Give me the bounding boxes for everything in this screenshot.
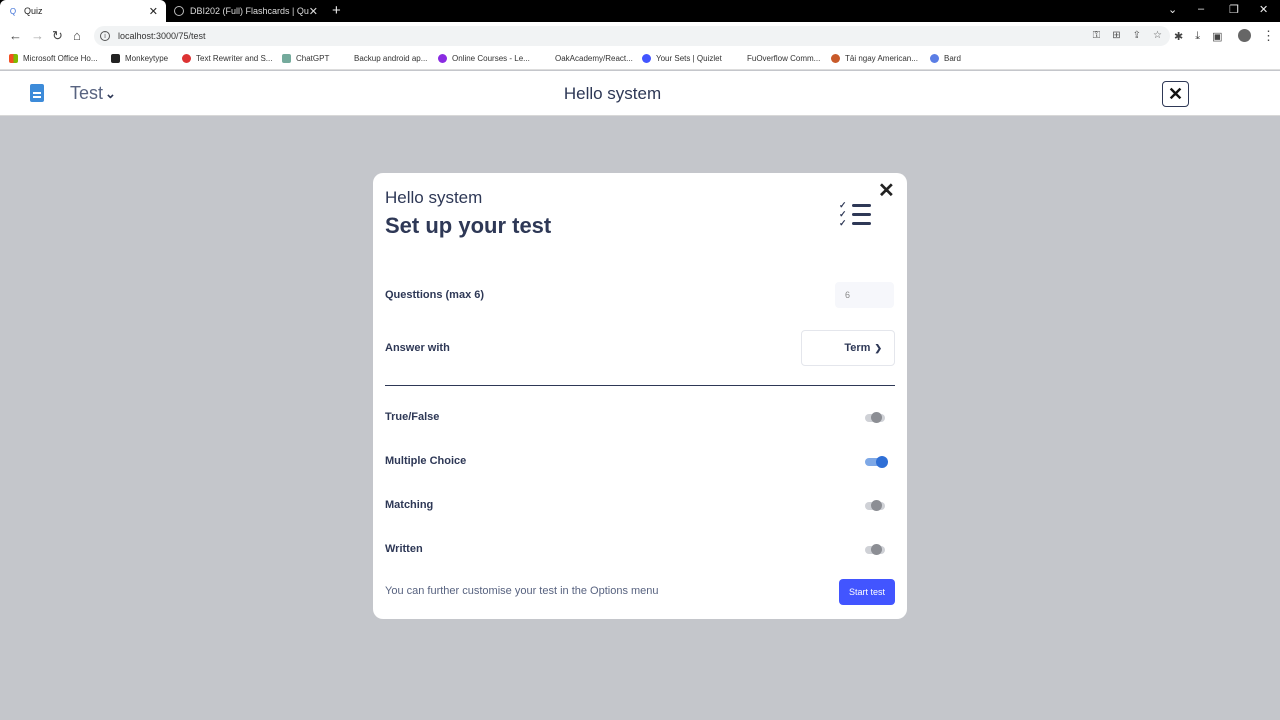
chevron-down-icon: ❯ xyxy=(874,342,882,353)
option-matching-label: Matching xyxy=(385,499,434,511)
browser-menu-icon[interactable]: ⋮ xyxy=(1262,28,1275,44)
bookmark-item[interactable]: Online Courses - Le... xyxy=(438,54,530,63)
tab-title: DBI202 (Full) Flashcards | Quizlet xyxy=(190,6,309,16)
site-info-icon[interactable]: i xyxy=(100,31,110,41)
share-icon[interactable]: ⇪ xyxy=(1133,30,1141,41)
answer-with-value: Term xyxy=(844,342,871,354)
modal-title: Set up your test xyxy=(385,213,552,238)
profile-avatar[interactable] xyxy=(1238,29,1251,42)
address-bar[interactable]: i localhost:3000/75/test ⚿ ⊞ ⇪ ☆ xyxy=(94,26,1170,46)
start-test-button[interactable]: Start test xyxy=(839,579,895,605)
bookmarks-bar: Microsoft Office Ho... Monkeytype Text R… xyxy=(0,50,1280,70)
back-icon[interactable]: ← xyxy=(9,28,22,44)
key-icon[interactable]: ⚿ xyxy=(1093,30,1101,41)
american-icon xyxy=(831,54,840,63)
reload-icon[interactable]: ↻ xyxy=(52,28,63,44)
rewriter-icon xyxy=(182,54,191,63)
quizlet-favicon-icon xyxy=(174,6,184,16)
true-false-toggle[interactable] xyxy=(863,411,889,425)
bookmark-item[interactable]: Microsoft Office Ho... xyxy=(9,54,98,63)
minimize-button[interactable]: – xyxy=(1198,3,1204,15)
sidepanel-icon[interactable]: ▣ xyxy=(1212,30,1222,43)
new-tab-button[interactable]: + xyxy=(332,2,341,20)
courses-icon xyxy=(438,54,447,63)
multiple-choice-toggle[interactable] xyxy=(863,455,889,469)
monkeytype-icon xyxy=(111,54,120,63)
bookmark-item[interactable]: Text Rewriter and S... xyxy=(182,54,272,63)
bookmark-star-icon[interactable]: ☆ xyxy=(1153,30,1162,41)
option-true-false-label: True/False xyxy=(385,411,440,423)
answer-with-dropdown[interactable]: Term ❯ xyxy=(801,330,895,366)
option-written-label: Written xyxy=(385,543,423,555)
translate-icon[interactable]: ⊞ xyxy=(1112,30,1120,41)
bookmark-item[interactable]: Bard xyxy=(930,54,961,63)
extensions-icon[interactable]: ✱ xyxy=(1174,30,1183,43)
forward-icon[interactable]: → xyxy=(31,28,44,44)
bard-icon xyxy=(930,54,939,63)
browser-tabstrip: Q Quiz ✕ DBI202 (Full) Flashcards | Quiz… xyxy=(0,0,1280,22)
home-icon[interactable]: ⌂ xyxy=(73,28,81,44)
matching-toggle[interactable] xyxy=(863,499,889,513)
options-note: You can further customise your test in t… xyxy=(385,585,659,597)
browser-tab-quiz[interactable]: Q Quiz ✕ xyxy=(0,0,166,22)
window-close-button[interactable]: ✕ xyxy=(1259,3,1268,16)
browser-tab-quizlet[interactable]: DBI202 (Full) Flashcards | Quizlet ✕ xyxy=(166,0,326,22)
quizlet-icon xyxy=(642,54,651,63)
checklist-icon: ✓ ✓ ✓ xyxy=(839,201,871,228)
bookmark-item[interactable]: Your Sets | Quizlet xyxy=(642,54,722,63)
tab-search-icon[interactable]: ⌄ xyxy=(1168,3,1177,16)
close-button[interactable]: ✕ xyxy=(1162,81,1189,107)
chatgpt-icon xyxy=(282,54,291,63)
app-header: Test ⌄ Hello system ✕ xyxy=(0,71,1280,116)
close-tab-icon[interactable]: ✕ xyxy=(309,5,318,18)
tab-title: Quiz xyxy=(24,6,43,16)
modal-close-icon[interactable]: ✕ xyxy=(878,180,895,202)
close-tab-icon[interactable]: ✕ xyxy=(149,5,158,18)
questions-count-input[interactable] xyxy=(835,282,894,308)
close-icon: ✕ xyxy=(1167,83,1184,104)
bookmark-item[interactable]: OakAcademy/React... xyxy=(541,54,633,63)
answer-with-label: Answer with xyxy=(385,342,450,354)
modal-subtitle: Hello system xyxy=(385,188,483,207)
questions-label: Questtions (max 6) xyxy=(385,289,485,301)
github-icon xyxy=(541,54,550,63)
browser-toolbar: ← → ↻ ⌂ i localhost:3000/75/test ⚿ ⊞ ⇪ ☆… xyxy=(0,22,1280,50)
fuoverflow-icon xyxy=(733,54,742,63)
download-icon[interactable]: ⤓ xyxy=(1195,30,1200,43)
backup-icon xyxy=(340,54,349,63)
bookmark-item[interactable]: FuOverflow Comm... xyxy=(733,54,820,63)
restore-button[interactable]: ❐ xyxy=(1229,3,1239,16)
divider xyxy=(385,385,895,386)
quiz-favicon-icon: Q xyxy=(9,6,17,16)
bookmark-item[interactable]: Monkeytype xyxy=(111,54,168,63)
test-setup-modal: ✕ Hello system Set up your test ✓ ✓ ✓ Qu… xyxy=(373,173,907,619)
option-multiple-choice-label: Multiple Choice xyxy=(385,455,467,467)
bookmark-item[interactable]: ChatGPT xyxy=(282,54,329,63)
page-title: Hello system xyxy=(563,84,662,103)
bookmark-item[interactable]: Backup android ap... xyxy=(340,54,427,63)
url-text: localhost:3000/75/test xyxy=(118,31,206,41)
microsoft-icon xyxy=(9,54,18,63)
bookmark-item[interactable]: Tải ngay American... xyxy=(831,54,918,63)
written-toggle[interactable] xyxy=(863,543,889,557)
